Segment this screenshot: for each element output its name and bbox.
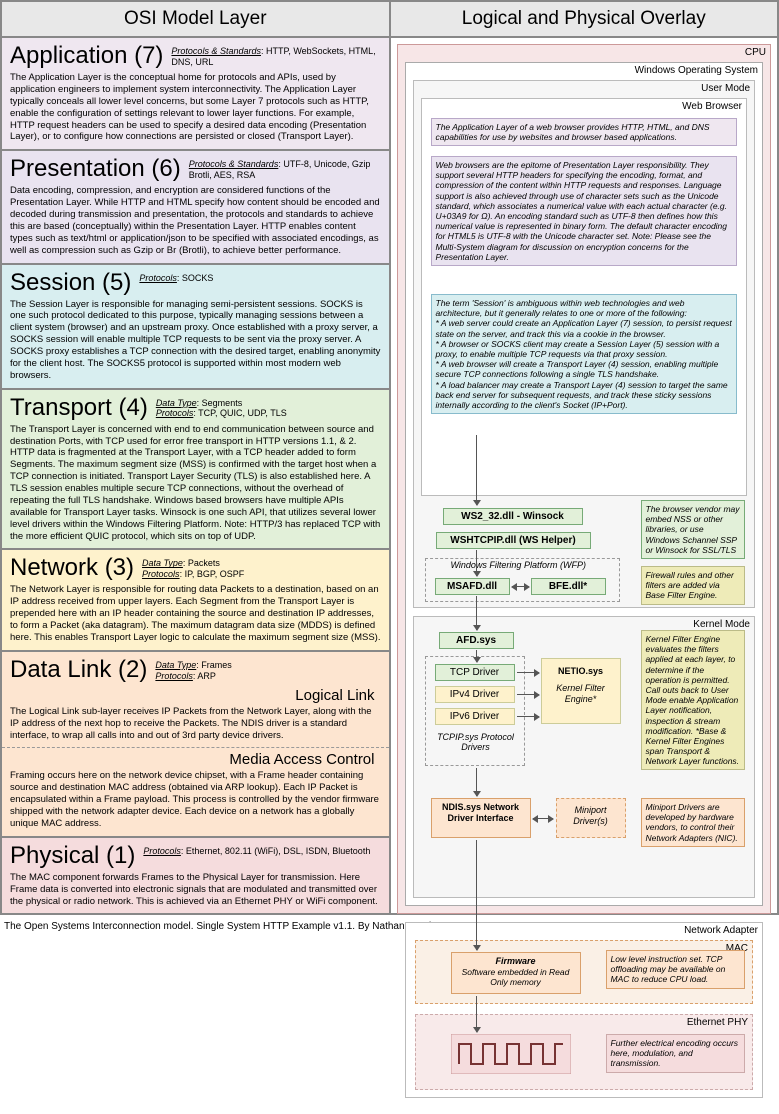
layer-body: The Logical Link sub-layer receives IP P…	[10, 706, 381, 742]
firmware-sub: Software embedded in Read Only memory	[457, 967, 575, 987]
note-presentation: Web browsers are the epitome of Presenta…	[431, 156, 738, 266]
layer-meta: Protocols: Ethernet, 802.11 (WiFi), DSL,…	[143, 842, 370, 857]
layer-network: Network (3) Data Type: PacketsProtocols:…	[1, 549, 390, 650]
firmware-box: Firmware Software embedded in Read Only …	[451, 952, 581, 994]
miniport-box: Miniport Driver(s)	[556, 798, 626, 838]
layer-body: Framing occurs here on the network devic…	[10, 770, 381, 829]
note-application: The Application Layer of a web browser p…	[431, 118, 738, 146]
osi-column: Application (7) Protocols & Standards: H…	[1, 37, 390, 914]
note-kfe: Kernel Filter Engine evaluates the filte…	[641, 630, 746, 770]
note-vendor: The browser vendor may embed NSS or othe…	[641, 500, 746, 559]
layer-meta: Data Type: PacketsProtocols: IP, BGP, OS…	[142, 554, 244, 580]
wshtcp-chip: WSHTCPIP.dll (WS Helper)	[436, 532, 591, 549]
layer-meta: Data Type: FramesProtocols: ARP	[155, 656, 231, 682]
layer-body: The MAC component forwards Frames to the…	[10, 872, 381, 908]
arrow	[476, 435, 477, 505]
layer-physical: Physical (1) Protocols: Ethernet, 802.11…	[1, 837, 390, 915]
layer-body: The Application Layer is the conceptual …	[10, 72, 381, 143]
signal-icon	[451, 1034, 571, 1074]
layer-application: Application (7) Protocols & Standards: H…	[1, 37, 390, 150]
arrow	[517, 716, 539, 717]
arrow	[517, 694, 539, 695]
netadapter-label: Network Adapter	[684, 925, 758, 937]
layer-meta: Protocols: SOCKS	[139, 269, 213, 284]
note-phy: Further electrical encoding occurs here,…	[606, 1034, 746, 1073]
webbrowser-label: Web Browser	[682, 101, 742, 113]
note-mac: Low level instruction set. TCP offloadin…	[606, 950, 746, 989]
layer-title: Presentation (6)	[10, 155, 181, 183]
layer-presentation: Presentation (6) Protocols & Standards: …	[1, 150, 390, 263]
ndis-box: NDIS.sys Network Driver Interface	[431, 798, 531, 838]
layer-meta: Protocols & Standards: UTF-8, Unicode, G…	[189, 155, 381, 181]
tcpip-label: TCPIP.sys Protocol Drivers	[431, 732, 521, 752]
arrow	[517, 672, 539, 673]
layer-body: Data encoding, compression, and encrypti…	[10, 185, 381, 256]
ipv6-driver: IPv6 Driver	[435, 708, 515, 725]
arrow	[476, 550, 477, 576]
layer-body: The Session Layer is responsible for man…	[10, 299, 381, 382]
layer-body: The Network Layer is responsible for rou…	[10, 584, 381, 643]
header-right: Logical and Physical Overlay	[390, 1, 779, 37]
layer-title: Session (5)	[10, 269, 131, 297]
afd-chip: AFD.sys	[439, 632, 514, 649]
layer-meta: Data Type: SegmentsProtocols: TCP, QUIC,…	[156, 394, 287, 420]
overlay-column: CPU Windows Operating System User Mode W…	[390, 37, 779, 914]
layer-title: Application (7)	[10, 42, 163, 70]
arrow	[476, 996, 477, 1032]
winos-label: Windows Operating System	[635, 65, 758, 77]
layer-title: Transport (4)	[10, 394, 148, 422]
header-left: OSI Model Layer	[1, 1, 390, 37]
arrow	[512, 586, 529, 587]
layer-body: The Transport Layer is concerned with en…	[10, 424, 381, 543]
arrow	[476, 840, 477, 950]
msafd-chip: MSAFD.dll	[435, 578, 510, 595]
layer-title: Data Link (2)	[10, 656, 147, 684]
arrow	[533, 818, 553, 819]
note-session: The term 'Session' is ambiguous within w…	[431, 294, 738, 414]
ndis-label: NDIS.sys Network Driver Interface	[437, 802, 525, 824]
tcp-driver: TCP Driver	[435, 664, 515, 681]
note-firewall: Firewall rules and other filters are add…	[641, 566, 746, 605]
kfe-label: Kernel Filter Engine*	[547, 683, 615, 705]
sublayer-logical-link: Logical Link	[10, 687, 375, 704]
layer-session: Session (5) Protocols: SOCKS The Session…	[1, 264, 390, 389]
main-row: Application (7) Protocols & Standards: H…	[1, 37, 778, 914]
layer-title: Network (3)	[10, 554, 134, 582]
arrow	[476, 596, 477, 630]
layer-transport: Transport (4) Data Type: SegmentsProtoco…	[1, 389, 390, 550]
sublayer-mac: Media Access Control	[10, 751, 375, 768]
firmware-label: Firmware	[457, 956, 575, 967]
diagram-container: OSI Model Layer Logical and Physical Ove…	[0, 0, 779, 915]
layer-title: Physical (1)	[10, 842, 135, 870]
note-miniport: Miniport Drivers are developed by hardwa…	[641, 798, 746, 847]
bfe-chip: BFE.dll*	[531, 578, 606, 595]
netio-box: NETIO.sys Kernel Filter Engine*	[541, 658, 621, 724]
layer-datalink: Data Link (2) Data Type: FramesProtocols…	[1, 651, 390, 837]
ws2-chip: WS2_32.dll - Winsock	[443, 508, 583, 525]
ethphy-label: Ethernet PHY	[687, 1017, 748, 1029]
netio-label: NETIO.sys	[547, 666, 615, 677]
arrow	[476, 768, 477, 796]
ipv4-driver: IPv4 Driver	[435, 686, 515, 703]
wfp-label: Windows Filtering Platform (WFP)	[451, 560, 586, 570]
usermode-label: User Mode	[701, 83, 750, 95]
arrow	[476, 650, 477, 662]
cpu-label: CPU	[745, 47, 766, 59]
layer-meta: Protocols & Standards: HTTP, WebSockets,…	[171, 42, 380, 68]
header-row: OSI Model Layer Logical and Physical Ove…	[1, 1, 778, 37]
